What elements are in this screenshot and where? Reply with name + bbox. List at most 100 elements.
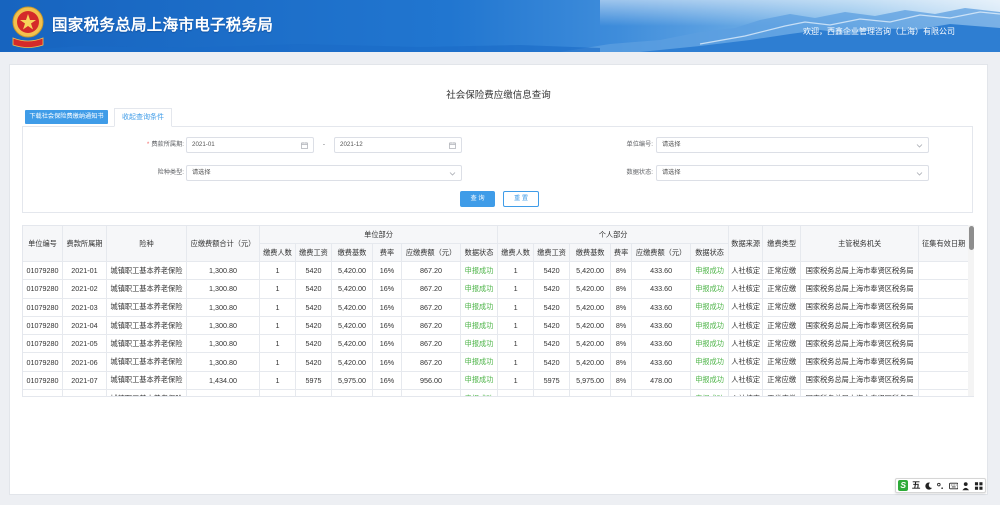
cell-unit-due: 867.20 (402, 280, 461, 299)
period-label-text: 费款所属期: (151, 141, 184, 148)
cell-tax-authority: 国家税务总局上海市奉贤区税务局 (801, 262, 920, 281)
cell-period: 2021-02 (63, 280, 107, 299)
unit-no-select[interactable]: 请选择 (656, 137, 929, 153)
cell-insurance: 城镇职工基本养老保险 (107, 335, 187, 354)
cell-person-wage: 5420 (534, 262, 571, 281)
reset-button[interactable]: 重 置 (503, 191, 539, 207)
cell-unit-due: 867.20 (402, 298, 461, 317)
table-row: 01079280 2021-04 城镇职工基本养老保险 1,300.80 1 5420 5,… (23, 316, 970, 336)
cell-pay-type: 正常应缴 (763, 316, 802, 336)
cell-insurance: 城镇职工基本养老保险 (107, 371, 187, 391)
cell-unit-due: 956.00 (402, 371, 461, 391)
moon-icon[interactable] (924, 481, 933, 491)
user-icon[interactable] (961, 481, 970, 491)
cell-source: 人社核定 (729, 298, 764, 317)
cell-person-base: 5,420.00 (570, 298, 612, 317)
table-header: 单位编号 费款所属期 险种 应缴费额合计（元） 单位部分 个人部分 数据来源 缴… (23, 226, 970, 262)
cell-unit-due: 867.20 (402, 353, 461, 372)
cell-tax-authority: 国家税务总局上海市奉贤区税务局 (801, 390, 920, 396)
chevron-down-icon[interactable] (916, 142, 923, 149)
ime-mode-indicator[interactable]: 五 (911, 480, 921, 491)
col-header-valid-date: 征集有效日期 (919, 226, 970, 262)
cell-unit-headcount: 1 (260, 316, 296, 336)
cell-person-base: 5,975.00 (570, 390, 612, 396)
results-table: 单位编号 费款所属期 险种 应缴费额合计（元） 单位部分 个人部分 数据来源 缴… (22, 225, 974, 397)
cell-person-base: 5,420.00 (570, 353, 612, 372)
period-end-input[interactable]: 2021-12 (334, 137, 462, 153)
col-header-total-due: 应缴费额合计（元） (187, 226, 260, 262)
cell-source: 人社核定 (729, 390, 764, 396)
cell-unit-no: 01079280 (23, 371, 63, 391)
col-header-person-wage: 缴费工资 (534, 244, 571, 262)
cell-person-status: 申报成功 (691, 335, 730, 354)
chevron-down-icon[interactable] (916, 170, 923, 177)
cell-source: 人社核定 (729, 280, 764, 299)
cell-person-rate: 8% (611, 390, 633, 396)
col-header-unit-headcount: 缴费人数 (260, 244, 296, 262)
cell-unit-base: 5,420.00 (332, 280, 373, 299)
calendar-icon[interactable] (301, 141, 308, 149)
welcome-user-text[interactable]: 欢迎，西鑫企业管理咨询（上海）有限公司 (803, 26, 955, 38)
insurance-type-select[interactable]: 请选择 (186, 165, 462, 181)
cell-unit-headcount: 1 (260, 390, 296, 396)
punctuation-icon[interactable] (936, 481, 945, 491)
table-row: 010792802021-08城镇职工基本养老保险1,434.00159755,… (23, 390, 970, 396)
cell-unit-wage: 5420 (296, 262, 332, 281)
results-grid: 单位编号 费款所属期 险种 应缴费额合计（元） 单位部分 个人部分 数据来源 缴… (22, 225, 970, 396)
cell-unit-wage: 5420 (296, 280, 332, 299)
table-row: 01079280 2021-02 城镇职工基本养老保险 1,300.80 1 5420 5,… (23, 280, 970, 299)
cell-period: 2021-05 (63, 335, 107, 354)
cell-valid-date (919, 390, 970, 396)
cell-person-rate: 8% (611, 262, 633, 281)
cell-unit-base: 5,975.00 (332, 371, 373, 391)
tax-emblem-logo[interactable] (9, 4, 47, 49)
cell-unit-rate: 16% (373, 316, 402, 336)
page-title: 社会保险费应缴信息查询 (446, 90, 551, 101)
cell-person-headcount: 1 (498, 262, 535, 281)
period-start-input[interactable]: 2021-01 (186, 137, 314, 153)
cell-valid-date (919, 353, 970, 372)
cell-unit-base: 5,420.00 (332, 316, 373, 336)
col-header-unit-no: 单位编号 (23, 226, 63, 262)
cell-valid-date (919, 371, 970, 391)
search-button[interactable]: 查 询 (460, 191, 495, 207)
required-mark: * (146, 141, 150, 148)
data-status-value: 请选择 (662, 169, 681, 176)
cell-total-due: 1,434.00 (187, 390, 260, 396)
cell-unit-rate: 16% (373, 353, 402, 372)
period-label: * 费款所属期: (113, 137, 184, 153)
data-status-select[interactable]: 请选择 (656, 165, 929, 181)
download-notice-button[interactable]: 下载社会保险费缴纳通知书 (25, 110, 108, 124)
cell-total-due: 1,300.80 (187, 335, 260, 354)
ime-logo[interactable]: S (898, 480, 909, 491)
cell-unit-status: 申报成功 (461, 316, 499, 336)
keyboard-icon[interactable] (948, 481, 959, 491)
collapse-query-tab[interactable]: 收起查询条件 (114, 108, 172, 127)
cell-unit-base: 5,420.00 (332, 262, 373, 281)
cell-valid-date (919, 335, 970, 354)
calendar-icon[interactable] (449, 141, 456, 149)
cell-unit-no: 01079280 (23, 353, 63, 372)
period-separator: - (322, 141, 326, 148)
cell-unit-headcount: 1 (260, 298, 296, 317)
scrollbar-thumb[interactable] (968, 226, 974, 250)
col-header-tax-authority: 主管税务机关 (801, 226, 920, 262)
table-vertical-scrollbar[interactable] (968, 225, 974, 396)
cell-valid-date (919, 280, 970, 299)
cell-person-headcount: 1 (498, 280, 535, 299)
cell-person-base: 5,975.00 (570, 371, 612, 391)
col-header-unit-due: 应缴费额（元） (402, 244, 461, 262)
cell-person-wage: 5420 (534, 298, 571, 317)
cell-unit-wage: 5975 (296, 371, 332, 391)
cell-person-headcount: 1 (498, 316, 535, 336)
cell-tax-authority: 国家税务总局上海市奉贤区税务局 (801, 335, 920, 354)
cell-person-status: 申报成功 (691, 353, 730, 372)
chevron-down-icon[interactable] (449, 170, 456, 177)
col-header-source: 数据来源 (729, 226, 764, 262)
cell-person-due: 433.60 (632, 316, 692, 336)
grid-icon[interactable] (974, 481, 983, 491)
cell-person-status: 申报成功 (691, 262, 730, 281)
cell-person-base: 5,420.00 (570, 280, 612, 299)
ime-toolbar[interactable]: S 五 (895, 478, 986, 493)
cell-unit-rate: 16% (373, 280, 402, 299)
